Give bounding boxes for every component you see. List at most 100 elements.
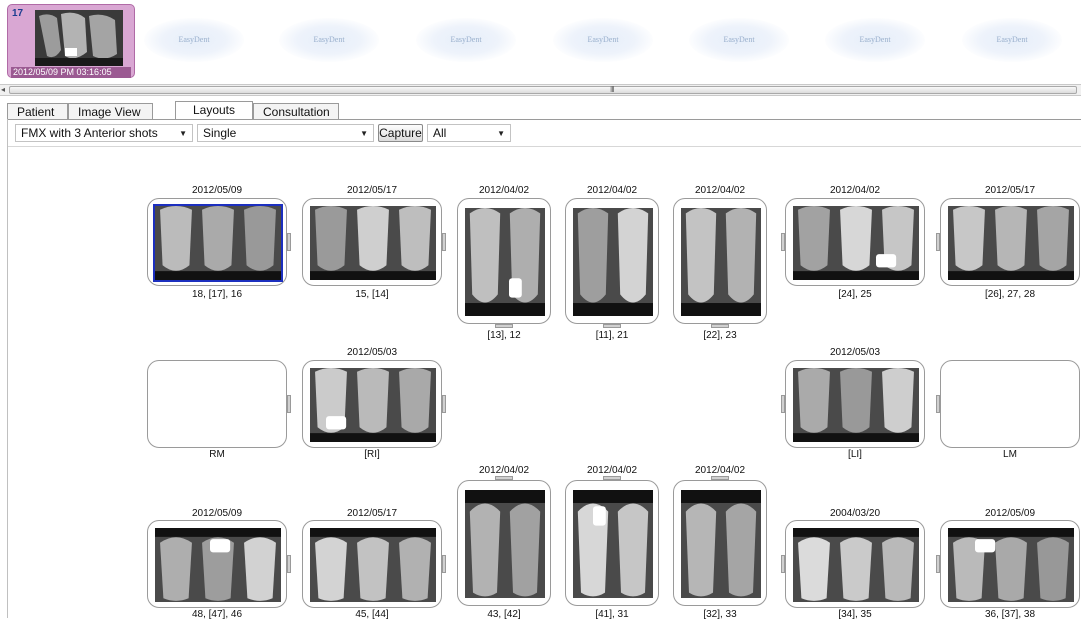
thumbnail-placeholder[interactable]: EasyDent (553, 18, 653, 62)
placeholder-watermark: EasyDent (587, 35, 619, 44)
slot-frame[interactable] (781, 520, 925, 608)
slot-caption: [13], 12 (487, 330, 521, 341)
xray-image[interactable] (155, 528, 281, 602)
frame-handle (603, 324, 621, 328)
xray-image[interactable] (153, 204, 283, 282)
slot-frame[interactable] (936, 520, 1080, 608)
xray-image[interactable] (681, 208, 761, 316)
xray-image[interactable] (573, 490, 653, 598)
thumbnail-placeholder[interactable]: EasyDent (279, 18, 379, 62)
mode-select[interactable]: Single ▼ (197, 124, 374, 142)
thumbnail-placeholder[interactable]: EasyDent (416, 18, 516, 62)
slot-frame[interactable] (147, 198, 291, 286)
slot-date: 2012/05/17 (346, 185, 398, 196)
frame-handle (287, 233, 291, 251)
scrollbar-grip-icon: III (610, 85, 615, 94)
tab-divider (7, 119, 1081, 120)
thumbnail-xray-image (35, 10, 123, 66)
slot-date: 2012/04/02 (694, 465, 746, 476)
slot-caption: 15, [14] (355, 289, 389, 300)
slot-caption: 48, [47], 46 (191, 609, 243, 620)
filter-select[interactable]: All ▼ (427, 124, 511, 142)
slot-frame[interactable] (673, 198, 767, 328)
slot-frame[interactable] (302, 360, 446, 448)
slot-caption: [LI] (848, 449, 862, 460)
frame-handle (287, 555, 291, 573)
capture-button[interactable]: Capture (378, 124, 423, 142)
slot-caption: [RI] (364, 449, 380, 460)
xray-image[interactable] (465, 208, 545, 316)
frame-handle (781, 555, 785, 573)
layout-select[interactable]: FMX with 3 Anterior shots ▼ (15, 124, 193, 142)
thumbnail-placeholder[interactable]: EasyDent (962, 18, 1062, 62)
slot-caption: LM (1003, 449, 1017, 460)
xray-image[interactable] (793, 368, 919, 442)
slot-date: 2012/04/02 (586, 185, 638, 196)
chevron-down-icon: ▼ (179, 129, 187, 138)
slot-date: 2004/03/20 (829, 508, 881, 519)
slot-frame[interactable] (302, 198, 446, 286)
frame-handle (936, 555, 940, 573)
xray-image[interactable] (310, 368, 436, 442)
slot-frame[interactable] (457, 198, 551, 328)
xray-image[interactable] (465, 490, 545, 598)
tab-patient[interactable]: Patient (7, 103, 68, 120)
scrollbar-thumb[interactable]: III (9, 85, 1077, 94)
slot-date: 2012/05/17 (346, 508, 398, 519)
slot-frame[interactable] (147, 520, 291, 608)
chevron-down-icon: ▼ (360, 129, 368, 138)
placeholder-watermark: EasyDent (859, 35, 891, 44)
placeholder-watermark: EasyDent (313, 35, 345, 44)
slot-caption: [26], 27, 28 (984, 289, 1036, 300)
slot-caption: 36, [37], 38 (984, 609, 1036, 620)
xray-image[interactable] (793, 528, 919, 602)
slot-frame[interactable] (457, 476, 551, 606)
slot-date: 2012/05/17 (984, 185, 1036, 196)
slot-frame[interactable] (781, 198, 925, 286)
frame-handle (495, 324, 513, 328)
tab-consultation[interactable]: Consultation (253, 103, 339, 120)
thumbnail-selected[interactable]: 17 2012/05/09 PM 03:16:05 (7, 4, 135, 78)
slot-frame[interactable] (147, 360, 291, 448)
xray-image[interactable] (793, 206, 919, 280)
slot-frame[interactable] (565, 476, 659, 606)
thumbnail-placeholder[interactable]: EasyDent (689, 18, 789, 62)
frame-handle (781, 233, 785, 251)
slot-frame[interactable] (781, 360, 925, 448)
frame-handle (711, 476, 729, 480)
slot-caption: [11], 21 (595, 330, 629, 341)
slot-frame[interactable] (936, 198, 1080, 286)
tab-layouts[interactable]: Layouts (175, 101, 253, 119)
panel-border (7, 119, 8, 618)
horizontal-scrollbar[interactable]: ◂ III (0, 84, 1081, 96)
xray-image[interactable] (948, 206, 1074, 280)
frame-handle (442, 555, 446, 573)
slot-caption: [24], 25 (838, 289, 872, 300)
thumbnail-strip: 17 2012/05/09 PM 03:16:05 EasyDent EasyDe… (0, 0, 1081, 84)
frame-handle (781, 395, 785, 413)
layout-select-value: FMX with 3 Anterior shots (21, 126, 158, 140)
slot-caption: [32], 33 (703, 609, 737, 620)
xray-image[interactable] (310, 528, 436, 602)
thumbnail-placeholder[interactable]: EasyDent (825, 18, 925, 62)
thumbnail-placeholder[interactable]: EasyDent (144, 18, 244, 62)
xray-image[interactable] (310, 206, 436, 280)
tab-image-view[interactable]: Image View (68, 103, 153, 120)
slot-date: 2012/05/03 (346, 347, 398, 358)
slot-frame[interactable] (673, 476, 767, 606)
placeholder-watermark: EasyDent (996, 35, 1028, 44)
slot-caption: [22], 23 (703, 330, 737, 341)
slot-frame[interactable] (302, 520, 446, 608)
xray-image[interactable] (948, 528, 1074, 602)
frame-handle (603, 476, 621, 480)
slot-frame[interactable] (565, 198, 659, 328)
slot-caption: 45, [44] (355, 609, 389, 620)
slot-frame[interactable] (936, 360, 1080, 448)
slot-caption: [41], 31 (595, 609, 629, 620)
thumbnail-number: 17 (12, 8, 24, 19)
xray-image[interactable] (681, 490, 761, 598)
filter-select-value: All (433, 126, 447, 140)
xray-image[interactable] (573, 208, 653, 316)
scroll-left-arrow-icon[interactable]: ◂ (1, 85, 9, 95)
slot-date: 2012/05/09 (191, 185, 243, 196)
